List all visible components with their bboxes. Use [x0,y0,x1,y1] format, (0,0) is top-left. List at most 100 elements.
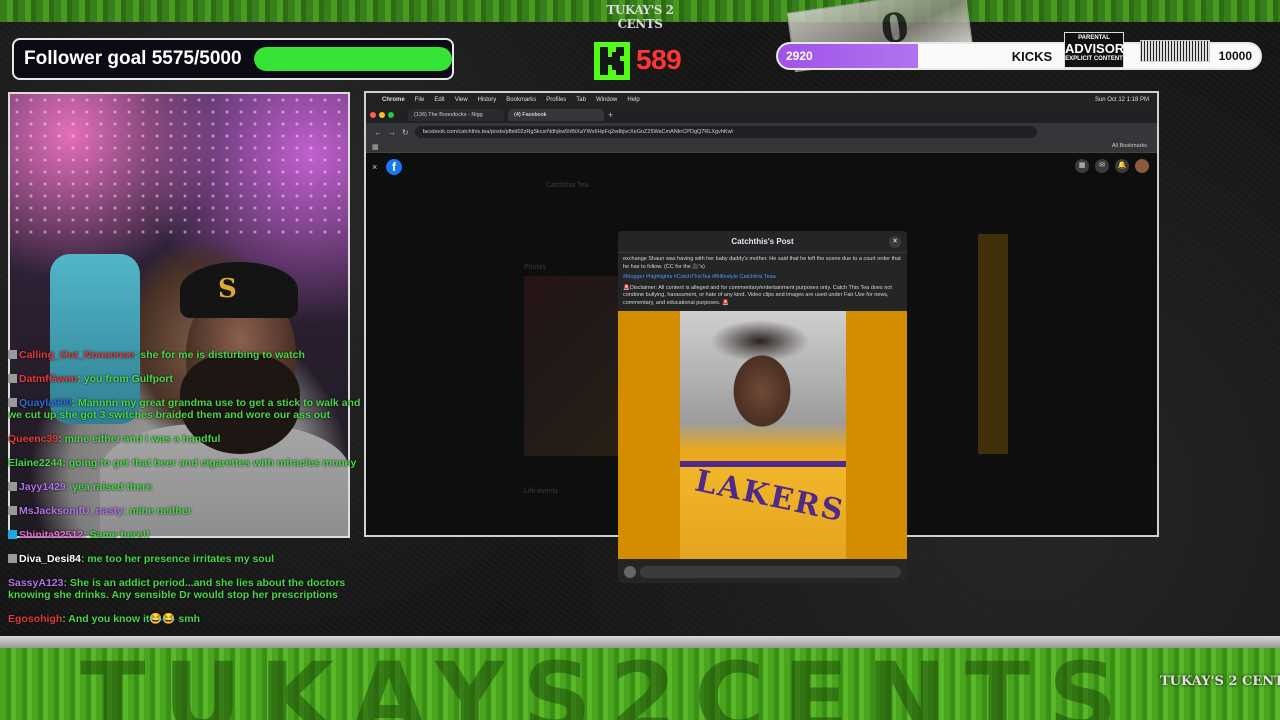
chat-badge-icon [8,398,17,407]
chat-text: me too her presence irritates my soul [87,553,275,565]
chat-message: Diva_Desi84: me too her presence irritat… [8,553,378,565]
parental-advisory-line3: EXPLICIT CONTENT [1065,56,1123,62]
chat-badge-icon [8,530,17,539]
post-body: exchange Shaun was having with her baby … [618,253,907,310]
menu-item-view[interactable]: View [455,97,468,103]
string-lights [10,94,348,234]
bottom-divider-strip [0,636,1280,648]
chat-message: DatmfGwen: you from Gulfport [8,373,378,385]
chat-text: Same here!! [89,529,150,541]
tab-facebook[interactable]: (4) Facebook [508,109,604,121]
bottom-green-band: TUKAYS2CENTS [0,648,1280,720]
streamer-cap [180,262,298,318]
chat-badge-icon [8,374,17,383]
menu-grid-icon[interactable]: ▦ [1075,159,1089,173]
chat-text: going to get that beer and cigarettes wi… [68,457,357,469]
forward-arrow-icon[interactable]: → [388,128,396,137]
post-modal-title: Catchthis's Post [731,237,794,246]
follower-goal-bar-fill [253,47,452,71]
chat-text: you from Gulfport [83,373,174,385]
chat-username[interactable]: Shinita92512 [19,529,83,541]
kicks-goal-value: 10000 [1218,49,1252,63]
browser-window: Chrome File Edit View History Bookmarks Profil… [364,91,1159,583]
chat-username[interactable]: SassyA123 [8,577,63,589]
messenger-icon[interactable]: ✉ [1095,159,1109,173]
bottom-band-text: TUKAYS2CENTS [80,648,1136,720]
top-channel-logo: TUKAY'S 2 CENTS [606,3,674,31]
chat-message: Egosohigh: And you know it😂😂 smh [8,613,378,625]
dim-page-name: Catchthis Tea [546,182,589,189]
post-hashtags[interactable]: #blogger #highlights #CatchThisTea #fbli… [623,274,902,282]
close-modal-button[interactable]: × [889,236,901,248]
all-bookmarks-link[interactable]: All Bookmarks [1112,143,1147,149]
post-modal-header: Catchthis's Post × [618,231,907,253]
menu-item-edit[interactable]: Edit [434,97,444,103]
follower-goal-widget: Follower goal 5575/5000 [12,38,454,80]
zoom-window-button[interactable] [388,112,394,118]
follower-goal-label: Follower goal 5575/5000 [24,48,242,69]
menu-item-history[interactable]: History [478,97,497,103]
barcode-graphic [1140,40,1210,62]
url-field[interactable]: facebook.com/catchthis.tea/posts/pfbid02… [414,126,1037,138]
menu-item-file[interactable]: File [415,97,425,103]
post-body-text: exchange Shaun was having with her baby … [623,256,901,270]
chat-username[interactable]: Quayla900 [19,397,72,409]
chat-text: she for me is disturbing to watch [140,349,305,361]
dim-photos-heading: Photos [524,264,546,271]
menu-item-help[interactable]: Help [627,97,639,103]
menu-item-window[interactable]: Window [596,97,617,103]
tab-boondocks[interactable]: (136) The Boondocks - Nigg [408,109,504,121]
close-viewer-icon[interactable]: × [372,162,377,172]
browser-tab-strip: (136) The Boondocks - Nigg (4) Facebook … [366,107,1157,123]
chat-username[interactable]: Queenc39 [8,433,58,445]
kicks-start-value: 2920 [786,49,813,63]
menu-item-chrome[interactable]: Chrome [382,97,405,103]
comment-input[interactable] [640,566,901,578]
address-bar-row: ← → ↻ facebook.com/catchthis.tea/posts/p… [366,123,1157,141]
chat-username[interactable]: Egosohigh [8,613,62,625]
comment-bar [618,561,907,583]
back-arrow-icon[interactable]: ← [374,128,382,137]
chat-message: Shinita92512: Same here!! [8,529,378,541]
chat-feed: Calling_Out_Nonsense: she for me is dist… [8,349,378,637]
chat-text: yea raised there [72,481,153,493]
notifications-bell-icon[interactable]: 🔔 [1115,159,1129,173]
video-frame: LAKERS [680,311,848,559]
apps-grid-icon[interactable]: ▦ [372,143,379,151]
menu-item-profiles[interactable]: Profiles [546,97,566,103]
chat-message: MsJacksonifU_nasty: mine neither [8,505,378,517]
chat-username[interactable]: MsJacksonifU_nasty [19,505,123,517]
chat-message: Calling_Out_Nonsense: she for me is dist… [8,349,378,361]
chat-username[interactable]: Calling_Out_Nonsense [19,349,134,361]
kicks-label: KICKS [1011,49,1053,64]
chat-text: mine neither [129,505,192,517]
post-modal: Catchthis's Post × exchange Shaun was ha… [618,231,907,583]
chat-badge-icon [8,554,17,563]
new-tab-icon[interactable]: + [608,110,613,120]
chat-username[interactable]: Elaine2244 [8,457,62,469]
chat-text: And you know it😂😂 smh [68,613,201,625]
chat-badge-icon [8,350,17,359]
chat-username[interactable]: DatmfGwen [19,373,77,385]
dim-life-events-heading: Life events [524,488,558,495]
profile-avatar[interactable] [1135,159,1149,173]
menu-item-tab[interactable]: Tab [576,97,586,103]
minimize-window-button[interactable] [379,112,385,118]
menu-clock[interactable]: Sun Oct 12 1:18 PM [1095,97,1157,103]
chat-username[interactable]: Diva_Desi84 [19,553,81,565]
mac-menu-bar: Chrome File Edit View History Bookmarks Profil… [366,93,1157,107]
menu-item-bookmarks[interactable]: Bookmarks [506,97,536,103]
reload-icon[interactable]: ↻ [402,128,409,137]
facebook-logo-icon[interactable]: f [386,159,402,175]
close-window-button[interactable] [370,112,376,118]
chat-badge-icon [8,506,17,515]
cap-logo: S [218,274,237,304]
parental-advisory-logo: PARENTAL ADVISORY EXPLICIT CONTENT [1064,32,1132,68]
chat-message: Quayla900: Mannnn my great grandma use t… [8,397,378,421]
post-video[interactable]: LAKERS [618,311,907,559]
chat-username[interactable]: Jayy1429 [19,481,66,493]
follower-goal-bar [253,47,452,71]
chat-badge-icon [8,482,17,491]
bottom-channel-logo: TUKAY'S 2 CENTS [1160,674,1280,689]
dim-side-media [978,234,1008,454]
